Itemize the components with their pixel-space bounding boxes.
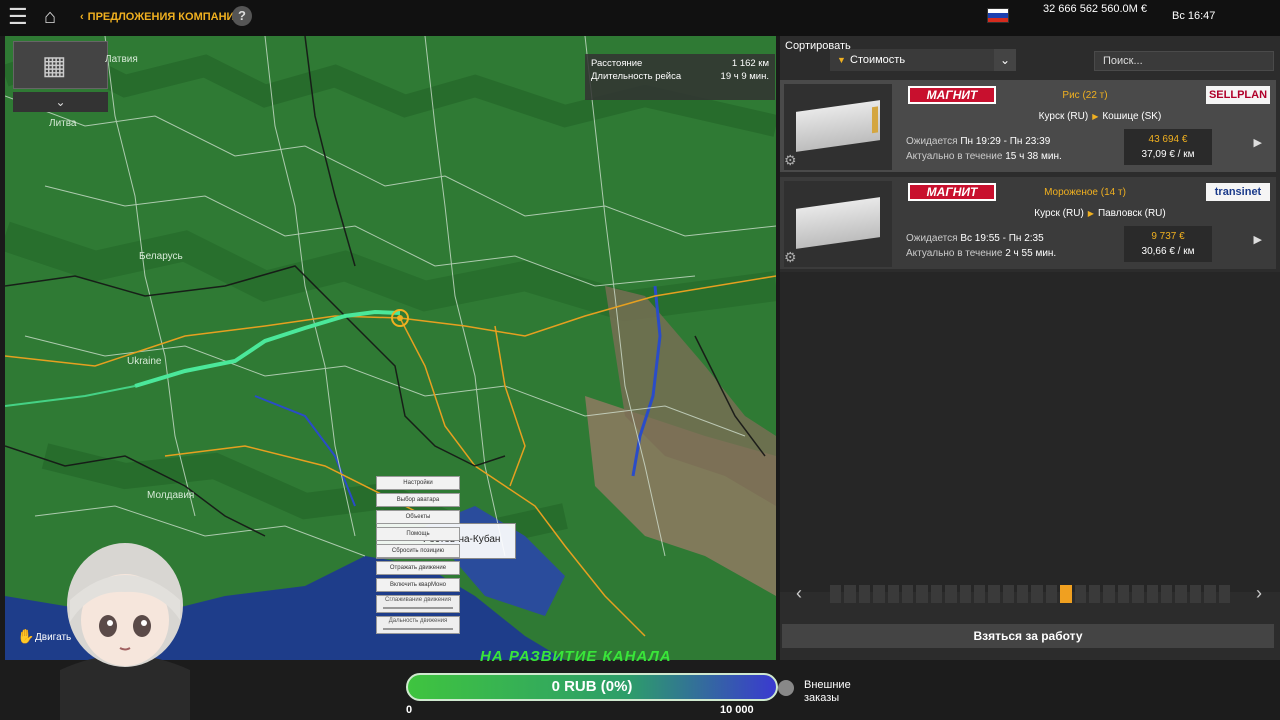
hand-icon: ✋ xyxy=(17,628,35,644)
play-icon[interactable]: ▶ xyxy=(1254,233,1262,246)
offer-row[interactable]: ⚙ МАГНИТ Рис (22 т) SELLPLAN Курск (RU) ▶… xyxy=(780,80,1276,172)
background-scene xyxy=(780,272,1280,592)
search-input[interactable] xyxy=(1094,51,1274,71)
menu-slider[interactable]: Сглаживание движения xyxy=(376,595,460,613)
menu-slider[interactable]: Дальность движения xyxy=(376,616,460,634)
valid-label: Актуально в течение xyxy=(906,248,1003,259)
valid-value: 15 ч 38 мин. xyxy=(1005,151,1062,162)
top-bar: ☰ ⌂ ‹ ПРЕДЛОЖЕНИЯ КОМПАНИЙ ? 32 666 562 5… xyxy=(0,0,1280,36)
gear-icon: ⚙ xyxy=(784,152,797,168)
distance-label: Расстояние xyxy=(591,58,643,69)
expected-time: Ожидается Вс 19:55 - Пн 2:35 xyxy=(906,233,1044,244)
map-label: Ukraine xyxy=(127,356,162,367)
target-company-logo: transinet xyxy=(1206,183,1270,201)
donate-min: 0 xyxy=(406,704,413,716)
streamer-avatar xyxy=(60,543,190,720)
map-label: Молдавия xyxy=(147,490,195,501)
cargo: Рис (22 т) xyxy=(1062,90,1108,101)
home-icon[interactable]: ⌂ xyxy=(44,6,68,28)
target-company-logo: SELLPLAN xyxy=(1206,86,1270,104)
menu-item[interactable]: Отражать движение xyxy=(376,561,460,575)
trailer-pager: ‹ › xyxy=(780,579,1276,609)
donate-progress-bar: 0 RUB (0%) xyxy=(406,673,778,701)
chevron-down-icon[interactable]: ⌄ xyxy=(13,92,108,112)
origin: Курск (RU) xyxy=(1034,208,1084,219)
route: Курск (RU) ▶ Павловск (RU) xyxy=(980,208,1220,219)
expected-value: Пн 19:29 - Пн 23:39 xyxy=(960,136,1051,147)
donate-label: НА РАЗВИТИЕ КАНАЛА xyxy=(480,648,672,665)
menu-item[interactable]: Настройки xyxy=(376,476,460,490)
valid-label: Актуально в течение xyxy=(906,151,1003,162)
destination: Павловск (RU) xyxy=(1097,208,1166,219)
expected-time: Ожидается Пн 19:29 - Пн 23:39 xyxy=(906,136,1050,147)
origin: Курск (RU) xyxy=(1038,111,1089,122)
expected-label: Ожидается xyxy=(906,233,958,244)
play-icon[interactable]: ▶ xyxy=(1254,136,1262,149)
layers-icon: ▦ xyxy=(42,50,67,80)
external-orders-button[interactable]: Внешние заказы xyxy=(804,679,864,705)
chevron-right-icon[interactable]: › xyxy=(1256,583,1262,604)
external-orders-icon xyxy=(778,680,794,696)
game-clock: Вс 16:47 xyxy=(1172,10,1216,22)
expected-label: Ожидается xyxy=(906,136,958,147)
offer-row[interactable]: ⚙ МАГНИТ Мороженое (14 т) transinet Курс… xyxy=(780,177,1276,269)
map-label: Литва xyxy=(49,118,77,129)
price-per-km: 37,09 € / км xyxy=(1141,149,1195,160)
offers-panel: Сортировать ▼ Стоимость ⌄ ⚙ МАГНИТ Рис (… xyxy=(780,36,1280,660)
map-label: Беларусь xyxy=(139,251,183,262)
source-company-logo: МАГНИТ xyxy=(908,86,996,104)
chevron-left-icon: ‹ xyxy=(80,11,84,23)
breadcrumb[interactable]: ‹ ПРЕДЛОЖЕНИЯ КОМПАНИЙ xyxy=(80,11,242,23)
gear-icon: ⚙ xyxy=(784,249,797,265)
price-per-km: 30,66 € / км xyxy=(1141,246,1195,257)
sort-direction-icon: ▼ xyxy=(837,55,846,65)
menu-item[interactable]: Объекты xyxy=(376,510,460,524)
sort-dropdown[interactable]: ▼ Стоимость ⌄ xyxy=(830,49,1016,71)
map-layers-button[interactable]: ▦ xyxy=(13,41,108,89)
route-info-panel: Расстояние 1 162 км Длительность рейса 19 … xyxy=(585,54,775,100)
russia-flag-icon xyxy=(987,8,1009,23)
destination: Кошице (SK) xyxy=(1102,111,1162,122)
distance-value: 1 162 км xyxy=(731,58,769,69)
expected-value: Вс 19:55 - Пн 2:35 xyxy=(960,233,1044,244)
price-box: 9 737 € 30,66 € / км xyxy=(1124,226,1212,262)
sort-label: Сортировать xyxy=(785,40,851,52)
cargo: Мороженое (14 т) xyxy=(1044,187,1126,198)
trailer-thumbnail xyxy=(784,84,892,170)
route: Курск (RU) ▶ Кошице (SK) xyxy=(980,111,1220,122)
take-job-button[interactable]: Взяться за работу xyxy=(782,624,1274,648)
valid-time: Актуально в течение 15 ч 38 мин. xyxy=(906,151,1062,162)
valid-value: 2 ч 55 мин. xyxy=(1005,248,1057,259)
pager-ticks[interactable] xyxy=(830,585,1230,603)
menu-item[interactable]: Выбор аватара xyxy=(376,493,460,507)
duration-value: 19 ч 9 мин. xyxy=(720,71,769,82)
chevron-down-icon[interactable]: ⌄ xyxy=(994,49,1016,71)
map-label: Латвия xyxy=(105,54,138,65)
money-balance: 32 666 562 560.0M € xyxy=(1043,3,1147,15)
arrow-right-icon: ▶ xyxy=(1092,112,1099,121)
breadcrumb-label: ПРЕДЛОЖЕНИЯ КОМПАНИЙ xyxy=(87,11,243,23)
avatar-context-menu: Настройки Выбор аватара Объекты Помощь С… xyxy=(376,476,460,637)
price-box: 43 694 € 37,09 € / км xyxy=(1124,129,1212,165)
sort-value: Стоимость xyxy=(850,54,906,66)
trailer-thumbnail xyxy=(784,181,892,267)
menu-item[interactable]: Включить кварМоно xyxy=(376,578,460,592)
source-company-logo: МАГНИТ xyxy=(908,183,996,201)
menu-item[interactable]: Сбросить позицию xyxy=(376,544,460,558)
menu-item[interactable]: Помощь xyxy=(376,527,460,541)
duration-label: Длительность рейса xyxy=(591,71,682,82)
menu-icon[interactable]: ☰ xyxy=(8,6,32,28)
help-button[interactable]: ? xyxy=(232,6,252,26)
valid-time: Актуально в течение 2 ч 55 мин. xyxy=(906,248,1056,259)
arrow-right-icon: ▶ xyxy=(1087,209,1094,218)
chevron-left-icon[interactable]: ‹ xyxy=(796,583,802,604)
donate-max: 10 000 xyxy=(720,704,754,716)
price: 9 737 € xyxy=(1151,231,1185,242)
price: 43 694 € xyxy=(1148,134,1188,145)
